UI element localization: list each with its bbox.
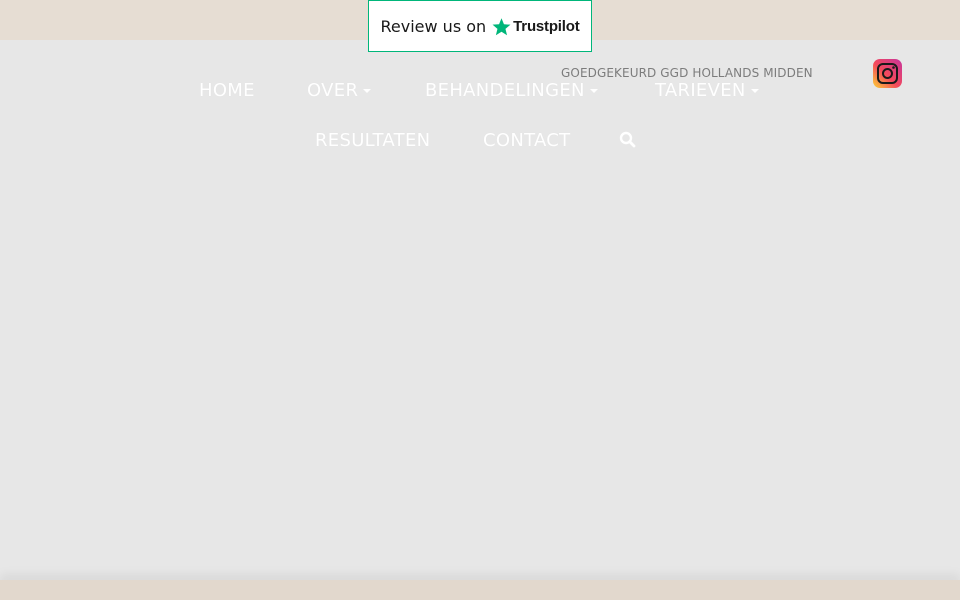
bottom-bar [0,580,960,600]
trustpilot-brand: Trustpilot [492,17,580,36]
trustpilot-review-text: Review us on [380,16,487,36]
chevron-down-icon [750,88,759,93]
instagram-icon-graphic [873,59,902,88]
chevron-down-icon [589,88,598,93]
nav-resultaten[interactable]: RESULTATEN [315,130,430,151]
nav-contact[interactable]: CONTACT [483,130,570,151]
nav-home-label: HOME [199,80,255,101]
nav-behandelingen[interactable]: BEHANDELINGEN [425,80,598,101]
nav-behandelingen-label: BEHANDELINGEN [425,80,585,101]
nav-over[interactable]: OVER [307,80,372,101]
search-icon [619,131,636,148]
nav-home[interactable]: HOME [199,80,255,101]
nav-resultaten-label: RESULTATEN [315,130,431,151]
nav-tarieven[interactable]: TARIEVEN [655,80,759,101]
search-button[interactable] [618,130,638,150]
trustpilot-review-button[interactable]: Review us on Trustpilot [368,0,592,52]
star-icon [492,17,511,35]
chevron-down-icon [363,88,372,93]
nav-over-label: OVER [307,80,359,101]
nav-contact-label: CONTACT [483,130,571,151]
nav-tarieven-label: TARIEVEN [655,80,746,101]
hero-area [0,40,960,580]
ggd-notice: GOEDGEKEURD GGD HOLLANDS MIDDEN [561,66,813,80]
instagram-icon[interactable] [872,58,903,89]
trustpilot-brand-name: Trustpilot [513,17,580,35]
